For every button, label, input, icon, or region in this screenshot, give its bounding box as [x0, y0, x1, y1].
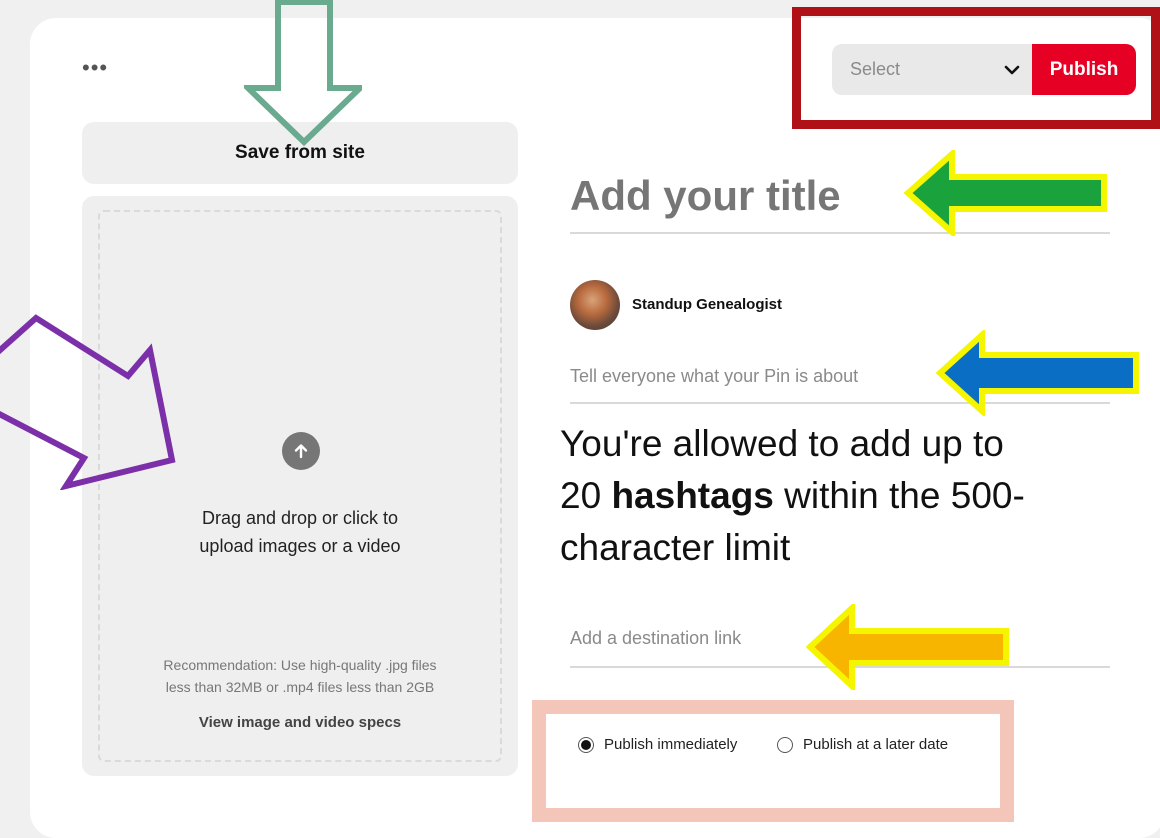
teal-down-arrow-annotation [244, 0, 362, 146]
recommendation-line: Recommendation: Use high-quality .jpg fi… [163, 657, 437, 673]
link-placeholder: Add a destination link [570, 628, 742, 648]
board-select-value: Select [850, 59, 901, 79]
more-options-icon[interactable]: ••• [82, 57, 108, 79]
radio-selected-icon[interactable] [578, 736, 594, 753]
hashtags-emphasis: hashtags [611, 475, 774, 516]
upload-instructions: Drag and drop or click to upload images … [100, 504, 500, 560]
view-specs-link[interactable]: View image and video specs [100, 714, 500, 731]
annotation-line: character limit [560, 527, 791, 568]
publish-immediately-option[interactable]: Publish immediately [578, 736, 737, 753]
upload-instruction-line: upload images or a video [199, 536, 401, 556]
publish-button[interactable]: Publish [1032, 44, 1136, 95]
annotation-line: 20 hashtags within the 500- [560, 470, 1120, 522]
radio-label: Publish immediately [604, 736, 738, 753]
orange-left-arrow-annotation [806, 604, 1009, 690]
annotation-text: 20 [560, 475, 612, 516]
recommendation-line: less than 32MB or .mp4 files less than 2… [165, 679, 435, 695]
user-avatar[interactable] [570, 280, 620, 330]
upload-recommendation: Recommendation: Use high-quality .jpg fi… [100, 654, 500, 698]
hashtag-annotation-text: You're allowed to add up to 20 hashtags … [560, 418, 1120, 574]
publish-timing-frame [532, 700, 1014, 822]
blue-left-arrow-annotation [935, 330, 1139, 416]
title-placeholder: Add your title [570, 172, 841, 219]
chevron-down-icon [1004, 65, 1020, 75]
annotation-text: within the 500- [773, 475, 1025, 516]
upload-instruction-line: Drag and drop or click to [201, 508, 399, 528]
publish-later-option[interactable]: Publish at a later date [777, 736, 948, 753]
description-placeholder: Tell everyone what your Pin is about [570, 366, 859, 386]
username-label: Standup Genealogist [632, 296, 783, 313]
purple-arrow-annotation [0, 314, 176, 490]
board-select-dropdown[interactable]: Select [832, 44, 1032, 95]
green-left-arrow-annotation [904, 150, 1107, 236]
annotation-line: You're allowed to add up to [560, 423, 1004, 464]
radio-label: Publish at a later date [803, 736, 949, 753]
radio-unselected-icon[interactable] [777, 736, 793, 753]
upload-arrow-icon[interactable] [282, 432, 320, 470]
